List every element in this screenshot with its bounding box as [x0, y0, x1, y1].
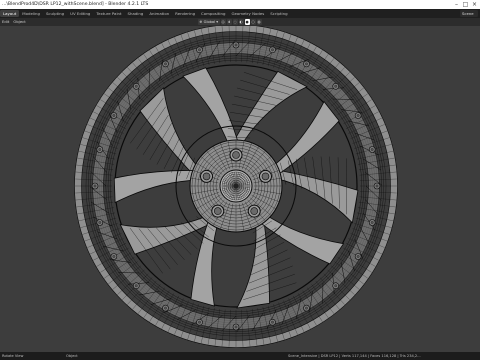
close-icon[interactable]: ×: [470, 1, 479, 8]
tab-geometry-nodes[interactable]: Geometry Nodes: [228, 10, 267, 17]
menu-object[interactable]: Object: [11, 18, 27, 26]
transform-orientation-dropdown[interactable]: ⊕ Global ▾: [198, 19, 220, 25]
minimize-icon[interactable]: –: [452, 1, 461, 8]
tab-scripting[interactable]: Scripting: [267, 10, 290, 17]
tab-compositing[interactable]: Compositing: [198, 10, 228, 17]
mode-selector[interactable]: Edit: [0, 18, 11, 26]
status-hint-left: Rotate View: [2, 354, 24, 358]
shading-material-icon[interactable]: ○: [250, 19, 256, 25]
tab-animation[interactable]: Animation: [146, 10, 172, 17]
tab-modeling[interactable]: Modeling: [19, 10, 43, 17]
shading-rendered-icon[interactable]: ◍: [256, 19, 262, 25]
scene-statistics: Scene_Intensive | DSR LP12 | Verts 117,1…: [288, 354, 421, 358]
transform-orientation-label: Global: [203, 20, 216, 24]
status-hint-mid: Object: [66, 354, 78, 358]
shading-solid-icon[interactable]: ●: [244, 19, 250, 25]
overlay-icon[interactable]: ◐: [238, 19, 244, 25]
tab-uv-editing[interactable]: UV Editing: [67, 10, 93, 17]
tab-sculpting[interactable]: Sculpting: [43, 10, 67, 17]
3d-viewport[interactable]: [0, 24, 480, 352]
window-title: ...\BlendProd4D\DSR LP12_withScene.blend…: [2, 2, 149, 7]
snap-icon[interactable]: ⋔: [226, 19, 232, 25]
proportional-icon[interactable]: ◌: [232, 19, 238, 25]
status-bar: Rotate View Object Scene_Intensive | DSR…: [0, 352, 480, 360]
scene-selector[interactable]: Scene: [460, 10, 478, 17]
tab-rendering[interactable]: Rendering: [172, 10, 198, 17]
wheel-wireframe-mesh: [74, 24, 398, 348]
tab-shading[interactable]: Shading: [125, 10, 147, 17]
viewport-controls: ⊕ Global ▾ ◎ ⋔ ◌ ◐ ● ○ ◍: [198, 19, 262, 25]
workspace-tabs-bar: Layout Modeling Sculpting UV Editing Tex…: [0, 9, 480, 18]
maximize-icon[interactable]: □: [461, 1, 470, 8]
window-titlebar: ...\BlendProd4D\DSR LP12_withScene.blend…: [0, 0, 480, 9]
pivot-icon[interactable]: ◎: [220, 19, 226, 25]
tab-layout[interactable]: Layout: [0, 10, 20, 17]
tab-texture-paint[interactable]: Texture Paint: [93, 10, 124, 17]
